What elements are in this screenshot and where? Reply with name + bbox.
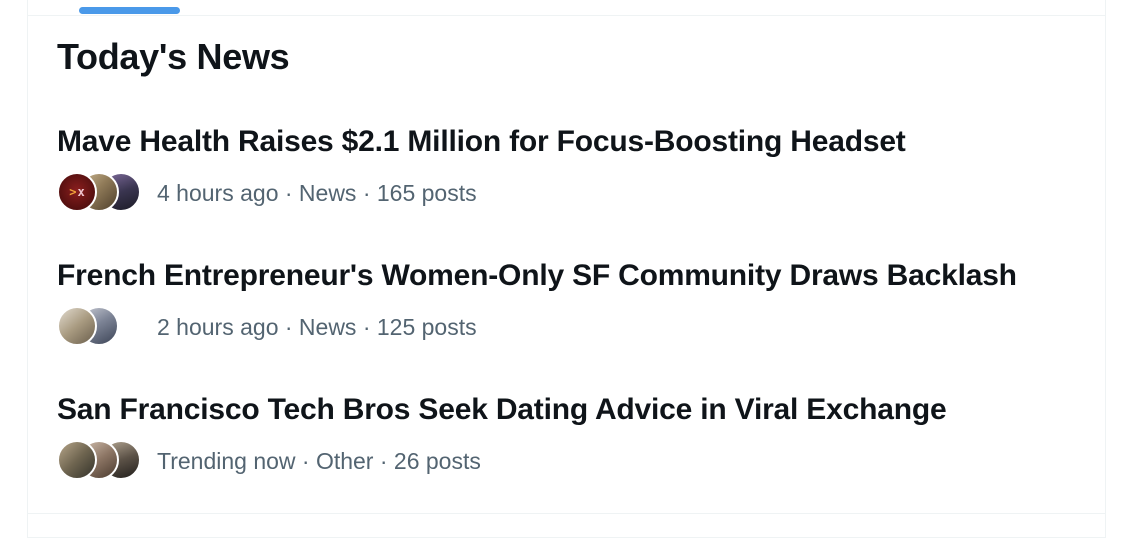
- chevron-x-logo-icon: > x: [69, 185, 85, 199]
- news-meta-row: 2 hours ago · News · 125 posts: [57, 306, 1057, 348]
- news-meta: 2 hours ago · News · 125 posts: [157, 313, 477, 340]
- section-title: Today's News: [57, 36, 290, 77]
- avatar-stack: > x: [57, 172, 145, 214]
- active-tab-indicator: [79, 7, 180, 14]
- news-item[interactable]: Mave Health Raises $2.1 Million for Focu…: [57, 124, 1057, 214]
- avatar-stack: [57, 440, 145, 482]
- news-headline[interactable]: San Francisco Tech Bros Seek Dating Advi…: [57, 392, 1057, 428]
- avatar-logo: > x: [57, 172, 97, 212]
- tab-bar-divider: [27, 15, 1106, 16]
- news-meta-row: Trending now · Other · 26 posts: [57, 440, 1057, 482]
- news-meta: 4 hours ago · News · 165 posts: [157, 179, 477, 206]
- news-meta-row: > x 4 hours ago · News · 165 posts: [57, 172, 1057, 214]
- news-item[interactable]: San Francisco Tech Bros Seek Dating Advi…: [57, 392, 1057, 482]
- avatar: [57, 306, 97, 346]
- avatar-stack: [57, 306, 145, 348]
- section-divider: [27, 513, 1106, 514]
- avatar: [57, 440, 97, 480]
- news-headline[interactable]: Mave Health Raises $2.1 Million for Focu…: [57, 124, 1057, 160]
- news-meta: Trending now · Other · 26 posts: [157, 447, 481, 474]
- news-headline[interactable]: French Entrepreneur's Women-Only SF Comm…: [57, 258, 1057, 294]
- news-item[interactable]: French Entrepreneur's Women-Only SF Comm…: [57, 258, 1057, 348]
